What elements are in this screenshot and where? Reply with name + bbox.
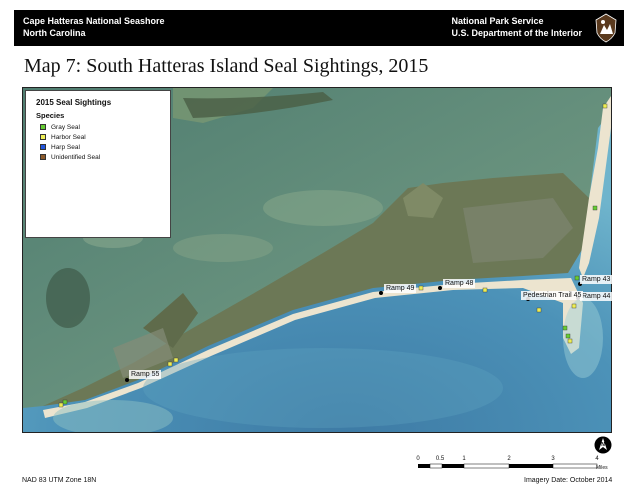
sighting-marker	[482, 287, 488, 293]
ramp-label: Ramp 44	[580, 292, 613, 301]
sighting-marker	[562, 325, 568, 331]
legend-item-unidentified-seal: Unidentified Seal	[40, 152, 100, 162]
scale-tick: 4	[595, 456, 599, 462]
ramp-label: Pedestrian Trail 45	[521, 291, 584, 300]
legend-item-harbor-seal: Harbor Seal	[40, 132, 86, 142]
park-state: North Carolina	[23, 28, 86, 38]
ramp-label: Ramp 49	[384, 284, 417, 293]
sighting-marker	[574, 275, 580, 281]
nps-arrowhead-icon	[595, 13, 617, 43]
legend-title: 2015 Seal Sightings	[36, 98, 112, 107]
sighting-marker	[62, 399, 68, 405]
legend-swatch	[40, 144, 46, 150]
sighting-marker	[571, 303, 577, 309]
legend-subtitle: Species	[36, 111, 65, 120]
imagery-date: Imagery Date: October 2014	[524, 477, 613, 484]
legend-swatch	[40, 124, 46, 130]
projection-note: NAD 83 UTM Zone 18N	[22, 477, 97, 484]
header-right: National Park Service U.S. Department of…	[451, 15, 582, 39]
scale-tick: 0.5	[435, 456, 445, 462]
north-arrow-icon: N	[594, 436, 612, 454]
sighting-marker	[418, 285, 424, 291]
sighting-marker	[602, 103, 608, 109]
legend-label: Unidentified Seal	[51, 153, 101, 161]
agency-name: National Park Service	[451, 16, 544, 26]
sighting-marker	[536, 307, 542, 313]
sighting-marker	[167, 361, 173, 367]
legend-label: Gray Seal	[51, 123, 80, 131]
sighting-marker	[592, 205, 598, 211]
legend-label: Harp Seal	[51, 143, 80, 151]
sighting-marker	[567, 338, 573, 344]
header-left: Cape Hatteras National Seashore North Ca…	[23, 15, 165, 39]
park-name: Cape Hatteras National Seashore	[23, 16, 165, 26]
header-bar: Cape Hatteras National Seashore North Ca…	[14, 10, 624, 46]
scale-tick: 0	[416, 456, 420, 462]
sighting-marker	[173, 357, 179, 363]
svg-text:N: N	[601, 442, 605, 448]
scale-tick: 3	[551, 456, 555, 462]
sighting-marker	[565, 333, 571, 339]
legend-swatch	[40, 154, 46, 160]
scale-tick: 2	[507, 456, 511, 462]
legend-label: Harbor Seal	[51, 133, 86, 141]
department-name: U.S. Department of the Interior	[451, 28, 582, 38]
sighting-marker	[58, 402, 64, 408]
map-legend: 2015 Seal Sightings Species Gray Seal Ha…	[25, 90, 171, 238]
legend-item-harp-seal: Harp Seal	[40, 142, 80, 152]
map-title: Map 7: South Hatteras Island Seal Sighti…	[24, 55, 429, 77]
legend-item-gray-seal: Gray Seal	[40, 122, 80, 132]
scale-tick: 1	[462, 456, 466, 462]
legend-swatch	[40, 134, 46, 140]
ramp-label: Ramp 48	[443, 279, 476, 288]
scale-unit: Miles	[596, 465, 608, 471]
ramp-label: Ramp 55	[129, 370, 162, 379]
ramp-label: Ramp 43	[580, 275, 613, 284]
